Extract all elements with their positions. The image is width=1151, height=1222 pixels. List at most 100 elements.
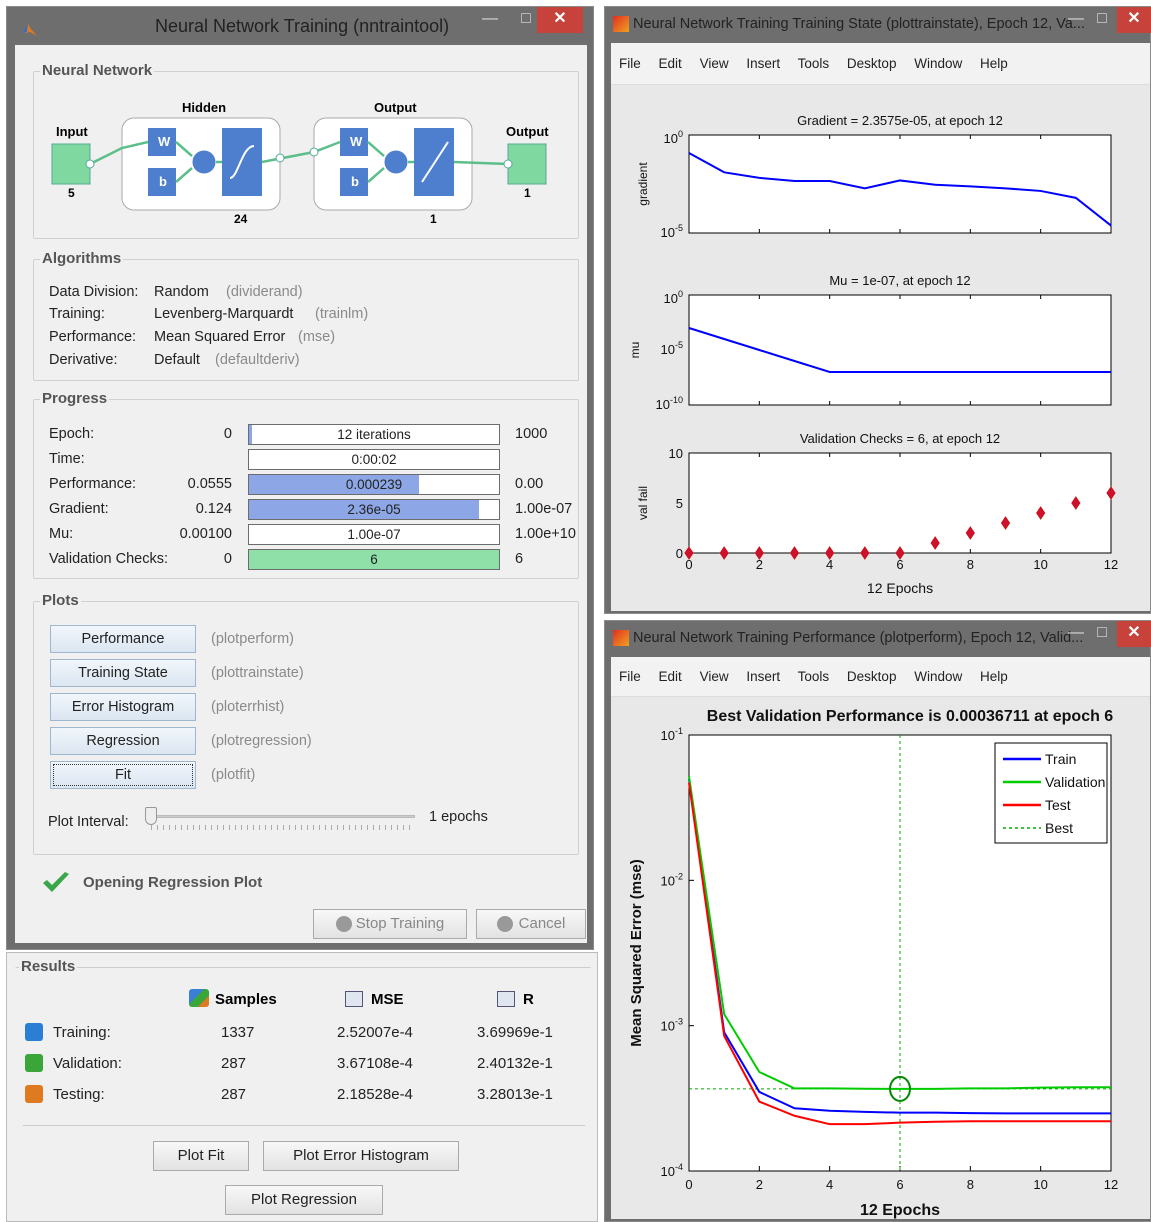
algo-fn: (mse) [298,329,336,345]
nntraintool-titlebar[interactable]: Neural Network Training (nntraintool) — … [7,7,593,45]
x-tick-label: 6 [896,1177,903,1192]
close-icon[interactable]: ✕ [1117,621,1151,647]
trainstate-titlebar[interactable]: Neural Network Training Training State (… [605,7,1151,41]
plot-fn: (ploterrhist) [211,699,285,715]
y-tick-label: 10-1 [661,726,683,743]
subplot-ylabel: mu [628,342,642,359]
hidden-bias-label: b [159,174,167,189]
stop-training-label: Stop Training [355,915,445,932]
output-bias-label: b [351,174,359,189]
trainstate-body: File Edit View Insert Tools Desktop Wind… [611,43,1150,611]
menu-desktop[interactable]: Desktop [847,56,897,71]
training-state-plot-button[interactable]: Training State [50,659,196,687]
menu-view[interactable]: View [700,56,729,71]
plot-error-histogram-button[interactable]: Plot Error Histogram [263,1141,459,1171]
menu-window[interactable]: Window [914,669,962,684]
neural-network-group: Neural Network Hidden Output Input Outpu… [33,62,579,239]
menu-insert[interactable]: Insert [746,669,780,684]
plot-interval-slider[interactable] [145,807,415,831]
matlab-figure-icon [613,16,629,32]
algo-value: Random [154,284,209,300]
hidden-layer-label: Hidden [182,100,227,115]
x-tick-label: 0 [685,557,692,572]
maximize-icon[interactable]: □ [1089,621,1115,647]
perform-body: File Edit View Insert Tools Desktop Wind… [611,657,1150,1219]
r-header: R [523,991,534,1008]
chart-title: Best Validation Performance is 0.0003671… [707,708,1114,725]
status-text: Opening Regression Plot [83,874,263,891]
minimize-icon[interactable]: — [1063,621,1089,647]
plot-fit-button[interactable]: Plot Fit [153,1141,249,1171]
close-icon[interactable]: ✕ [537,7,583,33]
nntraintool-window: Neural Network Training (nntraintool) — … [6,6,594,950]
progress-bar: 6 [248,549,500,570]
algorithms-group: Algorithms Data Division: Random (divide… [33,250,579,381]
results-divider [23,1125,585,1126]
subplot-ylabel: gradient [636,162,650,206]
progress-value: 1.00e-07 [347,527,401,542]
result-samples: 287 [221,1055,247,1072]
cube-icon [25,1085,43,1103]
menu-help[interactable]: Help [980,56,1008,71]
close-icon[interactable]: ✕ [1117,7,1151,33]
progress-label: Performance: [49,476,137,492]
menu-file[interactable]: File [619,56,641,71]
progress-start: 0.124 [195,501,232,517]
x-tick-label: 12 [1104,557,1118,572]
output-layer-label: Output [374,100,417,115]
menu-bar: File Edit View Insert Tools Desktop Wind… [611,43,1150,85]
progress-start: 0 [223,551,232,567]
minimize-icon[interactable]: — [1063,7,1089,33]
menu-help[interactable]: Help [980,669,1008,684]
y-tick-label: 100 [664,289,683,306]
subplot-title: Gradient = 2.3575e-05, at epoch 12 [797,113,1003,128]
legend: Train Validation Test Best [994,742,1108,844]
plot-regression-button[interactable]: Plot Regression [225,1185,383,1215]
error-histogram-plot-button[interactable]: Error Histogram [50,693,196,721]
progress-label: Validation Checks: [49,551,169,567]
perform-titlebar[interactable]: Neural Network Training Performance (plo… [605,621,1151,655]
y-tick-label: 5 [676,496,683,511]
progress-label: Gradient: [49,501,109,517]
output-node-count: 1 [524,186,531,200]
output-weight-label: W [350,134,363,149]
menu-edit[interactable]: Edit [659,56,682,71]
window-title: Neural Network Training Performance (plo… [633,630,1084,646]
performance-plot-button[interactable]: Performance [50,625,196,653]
menu-window[interactable]: Window [914,56,962,71]
output-layer-count: 1 [430,212,437,226]
plot-fn: (plottrainstate) [211,665,304,681]
input-count: 5 [68,186,75,200]
slider-thumb[interactable] [145,807,157,825]
maximize-icon[interactable]: □ [1089,7,1115,33]
progress-start: 0.00100 [179,526,232,542]
menu-file[interactable]: File [619,669,641,684]
trainstate-chart: Gradient = 2.3575e-05, at epoch 12 gradie… [628,113,1118,596]
subplot-ylabel: val fail [636,486,650,520]
samples-icon [189,989,209,1007]
algo-label: Derivative: [49,352,118,368]
menu-tools[interactable]: Tools [798,56,830,71]
progress-bar: 1.00e-07 [248,524,500,545]
samples-header: Samples [215,991,277,1008]
progress-label: Mu: [49,526,74,542]
progress-group: Progress Epoch: 0 12 iterations 1000 Time: 0:… [33,390,579,579]
menu-insert[interactable]: Insert [746,56,780,71]
subplot-title: Validation Checks = 6, at epoch 12 [800,431,1000,446]
fit-plot-button[interactable]: Fit [50,761,196,789]
cancel-button[interactable]: Cancel [476,909,586,939]
menu-desktop[interactable]: Desktop [847,669,897,684]
cube-icon [25,1023,43,1041]
menu-edit[interactable]: Edit [659,669,682,684]
algo-label: Training: [49,306,105,322]
stop-training-button[interactable]: Stop Training [313,909,467,939]
progress-end: 1.00e-07 [515,501,573,517]
algo-label: Data Division: [49,284,139,300]
legend-entry: Test [1045,797,1071,813]
progress-label: Time: [49,451,85,467]
y-tick-label: 100 [664,129,683,146]
legend-entry: Best [1045,820,1073,836]
regression-plot-button[interactable]: Regression [50,727,196,755]
menu-view[interactable]: View [700,669,729,684]
menu-tools[interactable]: Tools [798,669,830,684]
